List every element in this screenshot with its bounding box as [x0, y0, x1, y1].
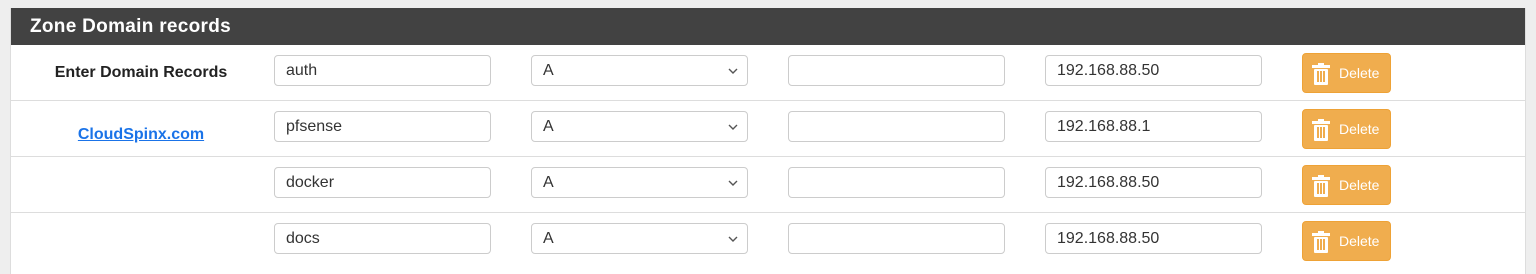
mx-priority-input[interactable] — [788, 167, 1005, 198]
address-input[interactable] — [1045, 111, 1262, 142]
zone-domain-records-panel: Zone Domain records Enter Domain Records… — [10, 8, 1526, 274]
mx-priority-input[interactable] — [788, 55, 1005, 86]
record-row: Enter Domain Records A Delete — [11, 45, 1525, 101]
delete-button[interactable]: Delete — [1302, 221, 1391, 261]
record-row: CloudSpinx.com A Delete — [11, 101, 1525, 157]
section-label: Enter Domain Records — [54, 64, 228, 81]
delete-button-label: Delete — [1339, 65, 1380, 81]
hostname-input[interactable] — [274, 111, 491, 142]
record-row: A Delete — [11, 213, 1525, 269]
record-row: A Delete — [11, 157, 1525, 213]
address-input[interactable] — [1045, 167, 1262, 198]
record-type-select[interactable]: A — [531, 167, 748, 198]
delete-button-label: Delete — [1339, 121, 1380, 137]
record-type-value: A — [543, 230, 554, 247]
delete-button[interactable]: Delete — [1302, 165, 1391, 205]
zone-link[interactable]: CloudSpinx.com — [11, 126, 271, 144]
trash-icon — [1312, 63, 1330, 85]
hostname-input[interactable] — [274, 167, 491, 198]
delete-button-label: Delete — [1339, 233, 1380, 249]
delete-button-label: Delete — [1339, 177, 1380, 193]
record-type-value: A — [543, 62, 554, 79]
address-input[interactable] — [1045, 55, 1262, 86]
chevron-down-icon — [728, 180, 738, 186]
address-input[interactable] — [1045, 223, 1262, 254]
panel-title: Zone Domain records — [11, 8, 1525, 45]
record-type-select[interactable]: A — [531, 55, 748, 86]
delete-button[interactable]: Delete — [1302, 53, 1391, 93]
hostname-input[interactable] — [274, 55, 491, 86]
chevron-down-icon — [728, 68, 738, 74]
mx-priority-input[interactable] — [788, 111, 1005, 142]
mx-priority-input[interactable] — [788, 223, 1005, 254]
trash-icon — [1312, 231, 1330, 253]
chevron-down-icon — [728, 124, 738, 130]
record-type-value: A — [543, 118, 554, 135]
chevron-down-icon — [728, 236, 738, 242]
delete-button[interactable]: Delete — [1302, 109, 1391, 149]
hostname-input[interactable] — [274, 223, 491, 254]
trash-icon — [1312, 175, 1330, 197]
trash-icon — [1312, 119, 1330, 141]
record-type-select[interactable]: A — [531, 223, 748, 254]
record-type-select[interactable]: A — [531, 111, 748, 142]
record-type-value: A — [543, 174, 554, 191]
